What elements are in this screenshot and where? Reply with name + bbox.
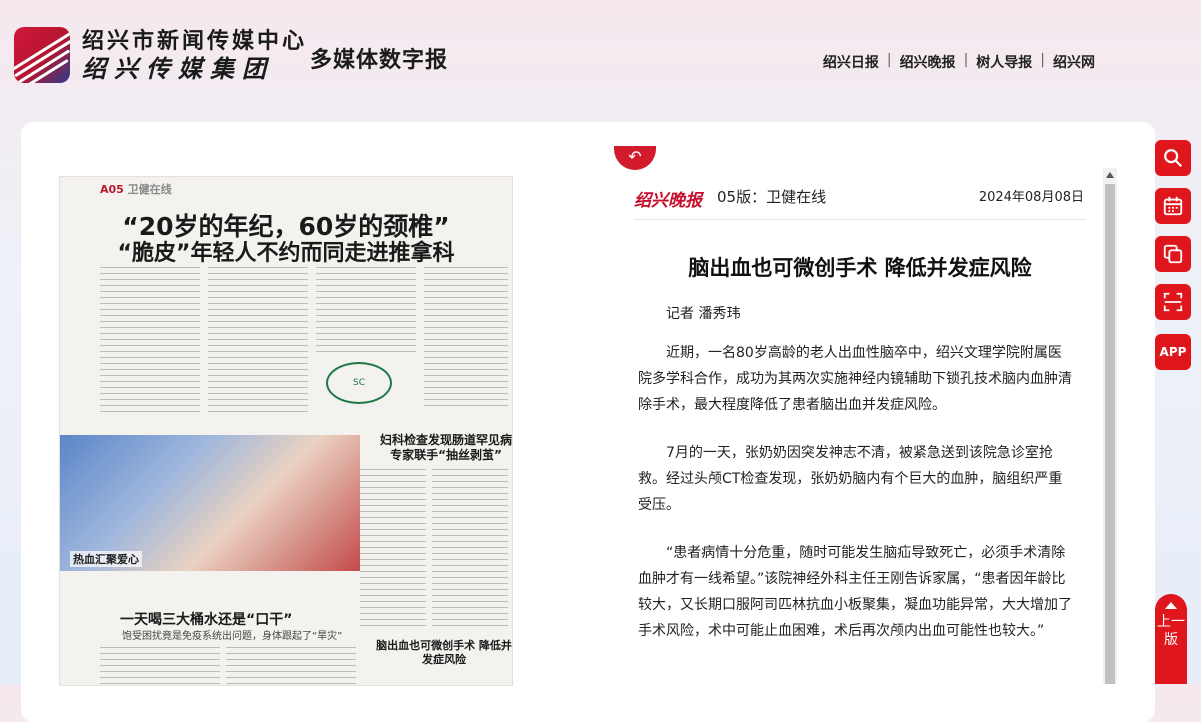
text-column <box>316 267 416 357</box>
article-paragraph: 近期，一名80岁高龄的老人出血性脑卒中，绍兴文理学院附属医院多学科合作，成功为其… <box>638 345 1072 413</box>
article-paragraph: 7月的一天，张奶奶因突发神志不清，被紧急送到该院急诊室抢救。经过头颅CT检查发现… <box>638 445 1063 513</box>
nav-shaoxing-net[interactable]: 绍兴网 <box>1053 52 1095 72</box>
scan-button[interactable] <box>1155 284 1191 320</box>
article-author: 记者 潘秀玮 <box>666 306 741 322</box>
article-body: 近期，一名80岁高龄的老人出血性脑卒中，绍兴文理学院附属医院多学科合作，成功为其… <box>638 340 1074 666</box>
issue-date: 2024年08月08日 <box>978 190 1084 205</box>
page-subhead-2[interactable]: 一天喝三大桶水还是“口干” <box>120 609 292 629</box>
search-icon <box>1164 149 1183 168</box>
news-photo[interactable]: 热血汇聚爱心 <box>60 435 360 571</box>
text-column <box>226 647 356 685</box>
prev-edition-button[interactable]: 上一版 <box>1155 594 1187 684</box>
top-nav: 绍兴日报 | 绍兴晚报 | 树人导报 | 绍兴网 <box>823 52 1095 72</box>
nav-separator: | <box>963 52 969 68</box>
article-paragraph: “患者病情十分危重，随时可能发生脑疝导致死亡，必须手术清除血肿才有一线希望。”该… <box>638 545 1072 639</box>
scan-icon <box>1163 292 1183 312</box>
page-tag: A05 <box>100 183 124 196</box>
copy-button[interactable] <box>1155 236 1191 272</box>
search-button[interactable] <box>1155 140 1191 176</box>
text-column <box>100 267 200 417</box>
scroll-up-icon[interactable] <box>1106 172 1114 178</box>
copy-icon <box>1163 244 1183 264</box>
prev-edition-label: 上一版 <box>1157 614 1185 648</box>
nav-shuren-daobao[interactable]: 树人导报 <box>976 52 1032 72</box>
nav-separator: | <box>886 52 892 68</box>
seal-icon: SC <box>326 362 392 404</box>
page-header: A05 卫健在线 <box>100 181 172 197</box>
app-label: APP <box>1159 345 1187 359</box>
nav-separator: | <box>1040 52 1045 68</box>
newspaper-page[interactable]: A05 卫健在线 “20岁的年纪，60岁的颈椎” “脆皮”年轻人不约而同走进推拿… <box>59 176 513 686</box>
text-column <box>208 267 308 417</box>
photo-caption: 热血汇聚爱心 <box>70 551 142 567</box>
brand-logo: 绍兴晚报 <box>634 191 702 211</box>
text-column <box>432 469 508 629</box>
logo-icon[interactable] <box>14 27 70 83</box>
text-column <box>424 267 508 407</box>
page-headline-2[interactable]: “脆皮”年轻人不约而同走进推拿科 <box>60 235 512 267</box>
page-subhead-2-sub: 饱受困扰竟是免疫系统出问题，身体跟起了“旱灾” <box>122 631 343 642</box>
page-subhead-1[interactable]: 妇科检查发现肠道罕见病 专家联手“抽丝剥茧” <box>380 433 512 463</box>
page-section: 卫健在线 <box>127 183 172 196</box>
scrollbar[interactable] <box>1103 168 1117 684</box>
text-column <box>360 469 426 629</box>
calendar-button[interactable] <box>1155 188 1191 224</box>
product-title: 多媒体数字报 <box>310 48 449 73</box>
article-title: 脑出血也可微创手术 降低并发症风险 <box>688 256 1032 280</box>
page-subhead-3[interactable]: 脑出血也可微创手术 降低并发症风险 <box>376 639 512 667</box>
text-column <box>100 647 220 685</box>
calendar-icon <box>1163 196 1183 216</box>
org-name: 绍兴市新闻传媒中心 绍兴传媒集团 <box>82 27 307 83</box>
article-header: 绍兴晚报 05版：卫健在线 2024年08月08日 <box>634 185 1086 220</box>
nav-shaoxing-evening[interactable]: 绍兴晚报 <box>900 52 956 72</box>
edition-label[interactable]: 05版：卫健在线 <box>717 186 826 207</box>
scrollbar-thumb[interactable] <box>1105 184 1115 684</box>
site-header: 绍兴市新闻传媒中心 绍兴传媒集团 多媒体数字报 绍兴日报 | 绍兴晚报 | 树人… <box>0 0 1201 110</box>
app-button[interactable]: APP <box>1155 334 1191 370</box>
org-name-line2: 绍兴传媒集团 <box>82 54 274 83</box>
nav-shaoxing-daily[interactable]: 绍兴日报 <box>823 52 879 72</box>
arrow-up-icon <box>1165 602 1177 609</box>
org-name-line1: 绍兴市新闻传媒中心 <box>82 28 308 54</box>
